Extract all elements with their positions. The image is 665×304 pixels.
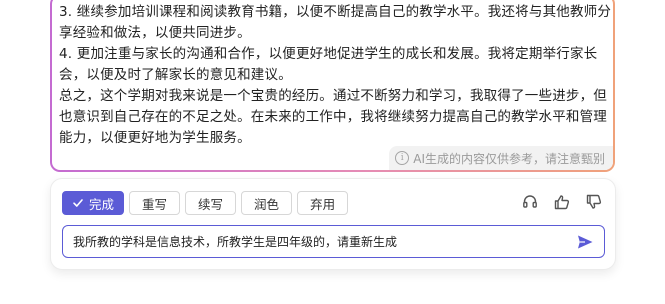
discard-button-label: 弃用 (310, 196, 336, 212)
action-toolbar: 完成 重写 续写 润色 弃用 (62, 191, 349, 215)
continue-writing-button-label: 续写 (198, 196, 224, 212)
output-paragraph-summary: 总之，这个学期对我来说是一个宝贵的经历。通过不断努力和学习，我取得了一些进步，但… (59, 88, 607, 146)
polish-button[interactable]: 润色 (241, 191, 293, 215)
rewrite-button-label: 重写 (142, 196, 168, 212)
done-button-label: 完成 (89, 196, 115, 212)
ai-output-card: 3. 继续参加培训课程和阅读教育书籍，以便不断提高自己的教学水平。我还将与其他教… (50, 0, 615, 172)
done-button[interactable]: 完成 (62, 191, 125, 215)
ai-output-text: 3. 继续参加培训课程和阅读教育书籍，以便不断提高自己的教学水平。我还将与其他教… (59, 2, 612, 149)
info-icon: i (395, 151, 410, 165)
disclaimer-text: AI生成的内容仅供参考，请注意甄别 (413, 151, 605, 166)
output-paragraph-3: 3. 继续参加培训课程和阅读教育书籍，以便不断提高自己的教学水平。我还将与其他教… (59, 4, 612, 41)
send-icon[interactable] (576, 233, 594, 251)
output-paragraph-4: 4. 更加注重与家长的沟通和合作，以便更好地促进学生的成长和发展。我将定期举行家… (59, 46, 598, 83)
prompt-input[interactable] (73, 226, 563, 257)
ai-assistant-panel: 完成 重写 续写 润色 弃用 (50, 178, 616, 270)
headset-icon[interactable] (521, 193, 539, 211)
prompt-input-box (62, 225, 605, 258)
feedback-group (521, 193, 603, 211)
thumbs-down-icon[interactable] (585, 193, 603, 211)
polish-button-label: 润色 (254, 196, 280, 212)
ai-disclaimer: i AI生成的内容仅供参考，请注意甄别 (389, 146, 613, 170)
continue-writing-button[interactable]: 续写 (185, 191, 237, 215)
thumbs-up-icon[interactable] (553, 193, 571, 211)
discard-button[interactable]: 弃用 (297, 191, 349, 215)
check-icon (73, 199, 83, 207)
rewrite-button[interactable]: 重写 (129, 191, 181, 215)
